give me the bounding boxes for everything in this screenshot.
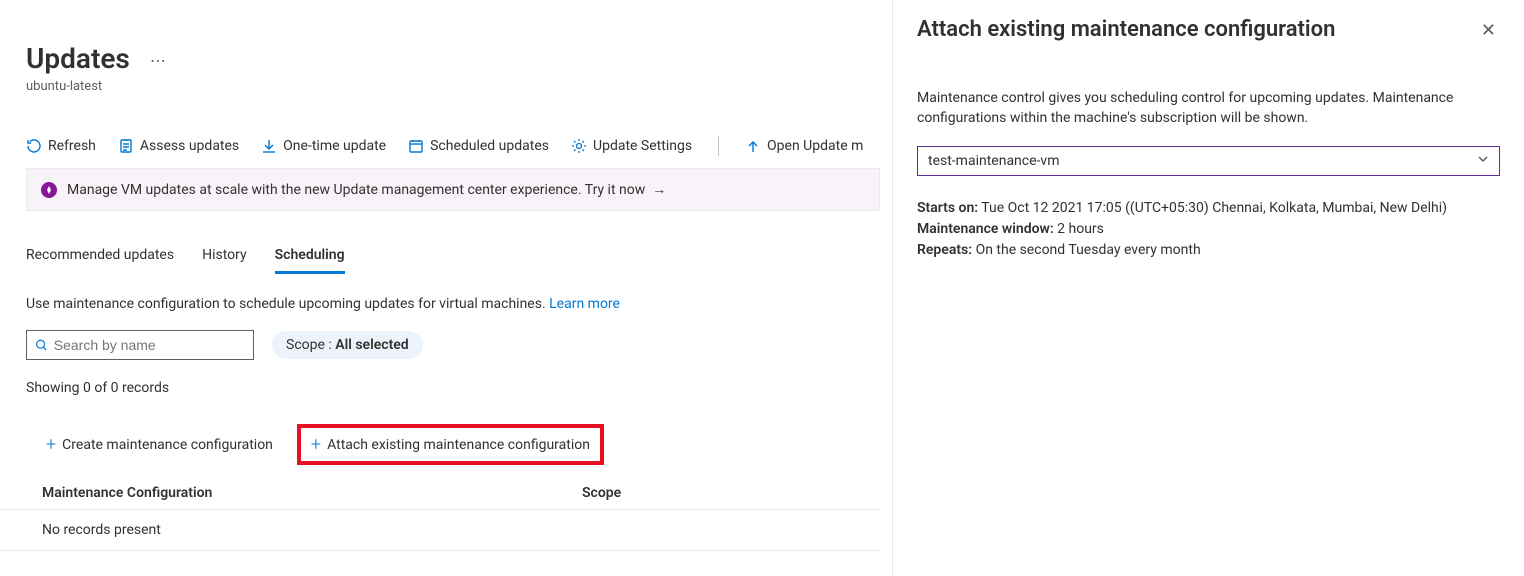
config-dropdown[interactable]: test-maintenance-vm [917, 146, 1500, 176]
config-selected-value: test-maintenance-vm [928, 153, 1059, 169]
scope-value: All selected [335, 337, 408, 353]
tab-recommended[interactable]: Recommended updates [26, 247, 174, 274]
clipboard-icon [118, 138, 134, 154]
attach-config-button[interactable]: + Attach existing maintenance configurat… [297, 424, 604, 465]
info-banner: Manage VM updates at scale with the new … [26, 168, 880, 211]
tab-history[interactable]: History [202, 247, 247, 274]
search-box[interactable] [26, 330, 254, 360]
action-row: + Create maintenance configuration + Att… [0, 396, 880, 465]
plus-icon: + [46, 434, 56, 455]
download-icon [261, 138, 277, 154]
assess-label: Assess updates [140, 138, 239, 154]
th-scope[interactable]: Scope [582, 485, 621, 501]
maintenance-window-value: 2 hours [1057, 221, 1104, 237]
tabs: Recommended updates History Scheduling [0, 247, 880, 274]
repeats-label: Repeats: [917, 242, 972, 258]
panel-details: Starts on: Tue Oct 12 2021 17:05 ((UTC+0… [917, 198, 1500, 261]
filter-row: Scope : All selected [0, 312, 880, 360]
scheduled-button[interactable]: Scheduled updates [408, 138, 549, 154]
scope-label: Scope : [286, 337, 332, 353]
scheduling-description: Use maintenance configuration to schedul… [0, 274, 880, 312]
records-count: Showing 0 of 0 records [0, 360, 880, 396]
repeats-value: On the second Tuesday every month [976, 242, 1201, 258]
search-input[interactable] [54, 337, 245, 353]
main-content: Updates ⋯ ubuntu-latest Refresh Assess u… [0, 0, 880, 576]
tab-scheduling[interactable]: Scheduling [275, 247, 345, 274]
settings-button[interactable]: Update Settings [571, 138, 692, 154]
panel-description: Maintenance control gives you scheduling… [917, 89, 1500, 128]
more-icon[interactable]: ⋯ [150, 51, 166, 70]
create-config-label: Create maintenance configuration [62, 437, 273, 453]
onetime-label: One-time update [283, 138, 386, 154]
scope-filter[interactable]: Scope : All selected [272, 331, 423, 359]
toolbar-separator [718, 136, 719, 156]
banner-text: Manage VM updates at scale with the new … [67, 182, 645, 198]
scheduling-desc-text: Use maintenance configuration to schedul… [26, 296, 546, 312]
learn-more-link[interactable]: Learn more [549, 296, 620, 312]
panel-title: Attach existing maintenance configuratio… [917, 16, 1335, 45]
table-header: Maintenance Configuration Scope [0, 465, 880, 510]
refresh-button[interactable]: Refresh [26, 138, 96, 154]
search-icon [35, 338, 48, 352]
page-subtitle: ubuntu-latest [26, 79, 880, 94]
plus-icon: + [311, 434, 321, 455]
settings-label: Update Settings [593, 138, 692, 154]
assess-button[interactable]: Assess updates [118, 138, 239, 154]
create-config-button[interactable]: + Create maintenance configuration [36, 424, 283, 465]
toolbar: Refresh Assess updates One-time update S… [0, 136, 880, 156]
page-title: Updates [26, 42, 130, 75]
starts-on-label: Starts on: [917, 200, 978, 216]
side-panel: Attach existing maintenance configuratio… [892, 0, 1524, 576]
page-header: Updates ⋯ ubuntu-latest [0, 0, 880, 94]
table-empty-row: No records present [0, 510, 880, 551]
starts-on-value: Tue Oct 12 2021 17:05 ((UTC+05:30) Chenn… [981, 200, 1447, 216]
upload-icon [745, 138, 761, 154]
close-icon[interactable]: ✕ [1477, 16, 1500, 45]
banner-link-arrow[interactable]: → [649, 181, 666, 198]
th-maintenance-config[interactable]: Maintenance Configuration [42, 485, 582, 501]
gear-icon [571, 138, 587, 154]
refresh-icon [26, 138, 42, 154]
attach-config-label: Attach existing maintenance configuratio… [327, 437, 590, 453]
calendar-icon [408, 138, 424, 154]
open-update-button[interactable]: Open Update m [745, 138, 863, 154]
chevron-down-icon [1477, 153, 1489, 169]
compass-icon [41, 182, 57, 198]
onetime-button[interactable]: One-time update [261, 138, 386, 154]
refresh-label: Refresh [48, 138, 96, 154]
maintenance-window-label: Maintenance window: [917, 221, 1054, 237]
scheduled-label: Scheduled updates [430, 138, 549, 154]
open-label: Open Update m [767, 138, 863, 154]
